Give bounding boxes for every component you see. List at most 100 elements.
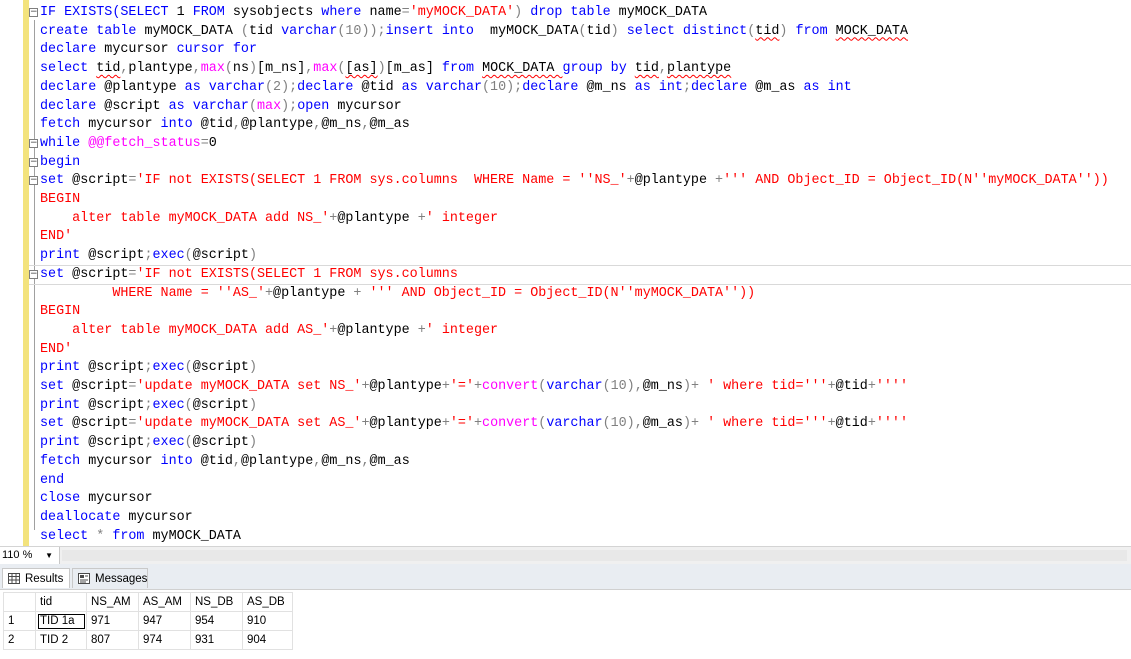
code-token: tid (96, 61, 121, 77)
code-line[interactable]: set @script='IF not EXISTS(SELECT 1 FROM… (40, 171, 1109, 190)
code-line[interactable]: print @script;exec(@script) (40, 433, 257, 452)
collapse-icon[interactable]: − (29, 139, 38, 148)
code-token: '=' (449, 416, 474, 432)
code-token: @script (72, 266, 129, 282)
code-token: (10), (602, 379, 643, 394)
cell-ns-am[interactable]: 971 (86, 611, 139, 631)
code-line[interactable]: create table myMOCK_DATA (tid varchar(10… (40, 22, 908, 41)
code-token: @plantype (369, 416, 442, 432)
code-line[interactable]: alter table myMOCK_DATA add NS_' +@planty… (40, 209, 498, 228)
code-line[interactable]: set @script='update myMOCK_DATA set AS_'… (40, 414, 908, 433)
code-line[interactable]: END' (40, 227, 72, 246)
code-token: alter table myMOCK_DATA add NS_' (40, 210, 330, 226)
code-line[interactable]: END' (40, 340, 72, 359)
code-line[interactable]: declare @script as varchar(max);open myc… (40, 97, 402, 116)
code-token: , (658, 61, 667, 77)
code-line[interactable]: begin (40, 153, 80, 172)
code-line[interactable]: fetch mycursor into @tid,@plantype,@m_ns… (40, 452, 410, 471)
code-token: ( (578, 23, 587, 39)
code-token: select distinct (626, 23, 748, 39)
code-token: ) (248, 360, 258, 376)
sql-editor[interactable]: − − − − − IF EXISTS(SELECT 1 FROM sysobj… (0, 0, 1131, 546)
code-token: @plantype (104, 79, 185, 95)
code-token: @m_as (369, 453, 410, 469)
code-line[interactable]: print @script;exec(@script) (40, 358, 257, 377)
code-line[interactable]: set @script='update myMOCK_DATA set NS_'… (40, 377, 908, 396)
code-token: ) (248, 397, 258, 413)
code-line[interactable]: BEGIN (40, 190, 80, 209)
code-token: BEGIN (40, 304, 81, 320)
column-header-ns-db[interactable]: NS_DB (190, 592, 243, 612)
code-token: @script (72, 379, 129, 394)
results-grid[interactable]: tid NS_AM AS_AM NS_DB AS_DB 1 TID 1a 971… (0, 590, 1131, 659)
code-token: , (232, 117, 241, 133)
code-token: exec (152, 360, 185, 376)
code-token: @tid (200, 117, 233, 133)
cell-tid[interactable]: TID 2 (35, 630, 87, 650)
horizontal-scrollbar[interactable] (62, 550, 1127, 561)
code-token: @m_as (755, 79, 804, 95)
code-token: varchar (208, 79, 266, 95)
code-token: select (40, 61, 97, 77)
cell-ns-am[interactable]: 807 (86, 630, 139, 650)
code-line[interactable]: fetch mycursor into @tid,@plantype,@m_ns… (40, 115, 410, 134)
code-token: tid (248, 23, 282, 39)
code-line[interactable]: alter table myMOCK_DATA add AS_' +@planty… (40, 321, 498, 340)
cell-ns-db[interactable]: 954 (190, 611, 243, 631)
code-token: tid (755, 23, 780, 39)
code-token: ) (248, 248, 258, 264)
code-token: 'IF not EXISTS(SELECT 1 FROM sys.columns (136, 266, 458, 282)
code-token: ) (248, 61, 258, 77)
code-line[interactable]: set @script='IF not EXISTS(SELECT 1 FROM… (40, 265, 458, 284)
code-token: create table (40, 23, 145, 39)
code-token: ' integer (425, 210, 499, 226)
code-token: @tid (361, 79, 402, 95)
collapse-icon[interactable]: − (29, 158, 38, 167)
code-token: @plantype (240, 453, 314, 469)
editor-status-bar: 110 % ▼ (0, 546, 1131, 564)
cell-as-db[interactable]: 910 (242, 611, 293, 631)
code-line[interactable]: declare @plantype as varchar(2);declare … (40, 78, 852, 97)
cell-as-am[interactable]: 947 (138, 611, 191, 631)
cell-as-am[interactable]: 974 (138, 630, 191, 650)
collapse-icon[interactable]: − (29, 176, 38, 185)
row-number[interactable]: 1 (3, 611, 36, 631)
code-token: @@fetch_status (88, 135, 201, 151)
tab-messages[interactable]: Messages (72, 568, 148, 588)
cell-tid[interactable]: TID 1a (35, 611, 87, 631)
code-line[interactable]: end (40, 471, 64, 490)
code-token: convert (482, 416, 539, 432)
cell-as-db[interactable]: 904 (242, 630, 293, 650)
collapse-icon[interactable]: − (29, 270, 38, 279)
collapse-icon[interactable]: − (29, 8, 38, 17)
column-header-as-db[interactable]: AS_DB (242, 592, 293, 612)
column-header-ns-am[interactable]: NS_AM (86, 592, 139, 612)
cell-ns-db[interactable]: 931 (190, 630, 243, 650)
code-line[interactable]: select tid,plantype,max(ns)[m_ns],max([a… (40, 59, 731, 78)
code-token: @script (192, 397, 249, 413)
code-token: ; (144, 360, 153, 376)
corner-cell[interactable] (3, 592, 36, 612)
tab-results[interactable]: Results (2, 568, 70, 588)
code-line[interactable]: BEGIN (40, 302, 80, 321)
column-header-tid[interactable]: tid (35, 592, 87, 612)
code-line[interactable]: print @script;exec(@script) (40, 246, 257, 265)
code-line[interactable]: print @script;exec(@script) (40, 396, 257, 415)
code-line[interactable]: close mycursor (40, 489, 153, 508)
code-line[interactable]: deallocate mycursor (40, 508, 193, 527)
code-token: fetch (40, 117, 89, 133)
code-token: ; (144, 397, 153, 413)
table-row: 1 TID 1a 971 947 954 910 (3, 611, 293, 631)
code-line[interactable]: select * from myMOCK_DATA (40, 527, 241, 546)
zoom-dropdown[interactable]: 110 % ▼ (0, 547, 60, 564)
code-line[interactable]: WHERE Name = ''AS_'+@plantype + ''' AND … (40, 284, 755, 303)
code-token: deallocate (40, 509, 129, 525)
row-number[interactable]: 2 (3, 630, 36, 650)
code-line[interactable]: while @@fetch_status=0 (40, 134, 217, 153)
code-token: 'update myMOCK_DATA set NS_' (136, 379, 362, 394)
code-line[interactable]: declare mycursor cursor for (40, 40, 257, 59)
code-token: '=' (449, 379, 474, 394)
code-token: BEGIN (40, 192, 81, 207)
code-line[interactable]: IF EXISTS(SELECT 1 FROM sysobjects where… (40, 3, 707, 22)
column-header-as-am[interactable]: AS_AM (138, 592, 191, 612)
